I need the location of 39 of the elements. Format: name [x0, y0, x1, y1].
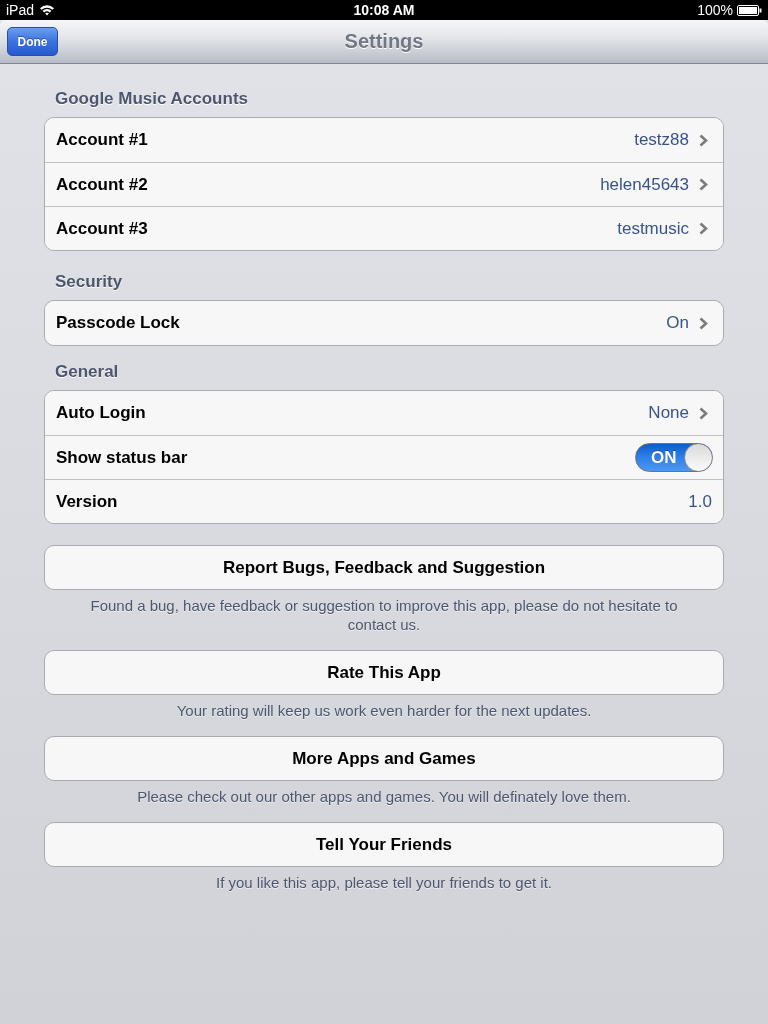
footer-note: Please check out our other apps and games. You will definately love them. — [136, 787, 632, 806]
row-label: Show status bar — [56, 447, 189, 468]
chevron-icon — [699, 316, 708, 330]
row-value: testz88 — [634, 130, 689, 150]
row-label: Account #1 — [56, 130, 149, 150]
device-name: iPad — [6, 2, 35, 18]
battery-percent: 100% — [697, 2, 733, 18]
row-label: Account #3 — [56, 218, 149, 239]
section-header: General — [54, 362, 120, 382]
section-header: Security — [54, 272, 124, 292]
settings-row[interactable]: Account #3 testmusic — [45, 206, 723, 250]
action-button[interactable]: Report Bugs, Feedback and Suggestion — [44, 545, 724, 590]
chevron-icon — [699, 133, 708, 147]
toggle-switch[interactable]: ON — [635, 443, 713, 472]
section-header: Google Music Accounts — [54, 89, 249, 109]
row-value: None — [648, 403, 689, 423]
row-label: Passcode Lock — [56, 313, 181, 333]
footer-note: Found a bug, have feedback or suggestion to improve this app, please do not hesitate to contact us. — [89, 596, 679, 634]
row-value: testmusic — [617, 218, 689, 239]
chevron-icon — [699, 406, 708, 420]
chevron-icon — [699, 178, 708, 191]
action-button[interactable]: More Apps and Games — [44, 736, 724, 781]
action-button[interactable]: Rate This App — [44, 650, 724, 695]
action-button[interactable]: Tell Your Friends — [44, 822, 724, 867]
row-label: Auto Login — [56, 403, 147, 423]
footer-note: Your rating will keep us work even harder for the next updates. — [175, 701, 593, 720]
wifi-icon — [39, 4, 56, 16]
chevron-icon — [699, 222, 708, 235]
footer-note: If you like this app, please tell your friends to get it. — [215, 873, 553, 892]
clock-time: 10:08 AM — [353, 2, 415, 18]
battery-icon — [737, 4, 762, 16]
row-value: 1.0 — [688, 491, 712, 512]
done-button[interactable]: Done — [7, 27, 58, 56]
row-value: helen45643 — [600, 174, 689, 195]
row-value: On — [666, 313, 689, 333]
settings-row[interactable]: Passcode Lock On — [45, 301, 723, 345]
nav-title: Settings — [344, 30, 424, 53]
row-label: Account #2 — [56, 174, 149, 195]
row-label: Version — [56, 491, 119, 512]
